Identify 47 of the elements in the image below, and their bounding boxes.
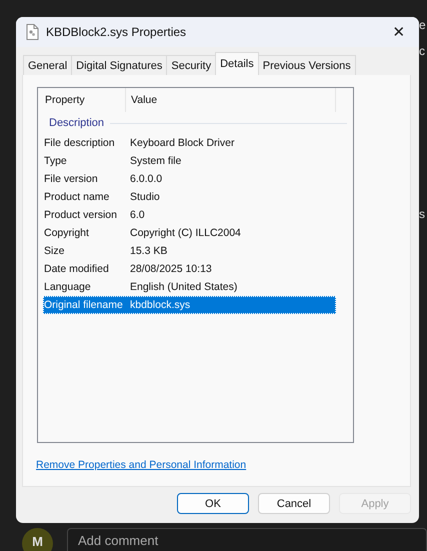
property-value: 6.0.0.0: [129, 173, 162, 185]
column-header[interactable]: Property: [43, 88, 126, 112]
dialog-button[interactable]: Cancel: [258, 493, 330, 514]
property-name: Date modified: [43, 263, 110, 275]
remove-properties-link[interactable]: Remove Properties and Personal Information: [36, 459, 246, 471]
column-header[interactable]: Value: [126, 88, 336, 112]
property-name: Original filename: [43, 299, 124, 311]
background-text: c: [419, 44, 425, 58]
property-name: Size: [43, 245, 66, 257]
list-row[interactable]: Language English (United States): [43, 278, 336, 296]
property-value: Copyright (C) ILLC2004: [129, 227, 241, 239]
tab[interactable]: General: [23, 55, 72, 75]
property-value: kbdblock.sys: [129, 299, 190, 311]
property-value: 15.3 KB: [129, 245, 168, 257]
property-name: Type: [43, 155, 68, 167]
property-value: 6.0: [129, 209, 145, 221]
list-row[interactable]: Size 15.3 KB: [43, 242, 336, 260]
property-value: English (United States): [129, 281, 238, 293]
property-value: System file: [129, 155, 182, 167]
close-button[interactable]: ✕: [379, 17, 419, 47]
property-name: Product version: [43, 209, 118, 221]
background-text: e: [419, 18, 426, 32]
list-row[interactable]: Type System file: [43, 152, 336, 170]
list-row[interactable]: File version 6.0.0.0: [43, 170, 336, 188]
list-row[interactable]: Copyright Copyright (C) ILLC2004: [43, 224, 336, 242]
list-row[interactable]: Date modified 28/08/2025 10:13: [43, 260, 336, 278]
list-row[interactable]: File description Keyboard Block Driver: [43, 134, 336, 152]
list-row[interactable]: Product name Studio: [43, 188, 336, 206]
property-value: Keyboard Block Driver: [129, 137, 234, 149]
group-heading: Description: [49, 117, 104, 129]
selected-row[interactable]: Original filename kbdblock.sys: [43, 296, 336, 314]
property-name: Language: [43, 281, 92, 293]
file-icon: [26, 24, 39, 40]
tab[interactable]: Previous Versions: [258, 55, 356, 75]
comment-field[interactable]: Add comment: [67, 528, 427, 551]
avatar: M: [22, 528, 53, 551]
property-name: File version: [43, 173, 99, 185]
tab[interactable]: Details: [215, 52, 259, 75]
property-name: Copyright: [43, 227, 90, 239]
property-value: Studio: [129, 191, 160, 203]
list-row[interactable]: Product version 6.0: [43, 206, 336, 224]
background-text: s: [419, 207, 425, 221]
property-name: File description: [43, 137, 116, 149]
property-name: Product name: [43, 191, 110, 203]
window-title: KBDBlock2.sys Properties: [46, 25, 186, 39]
dialog-button[interactable]: OK: [177, 493, 249, 514]
property-value: 28/08/2025 10:13: [129, 263, 212, 275]
